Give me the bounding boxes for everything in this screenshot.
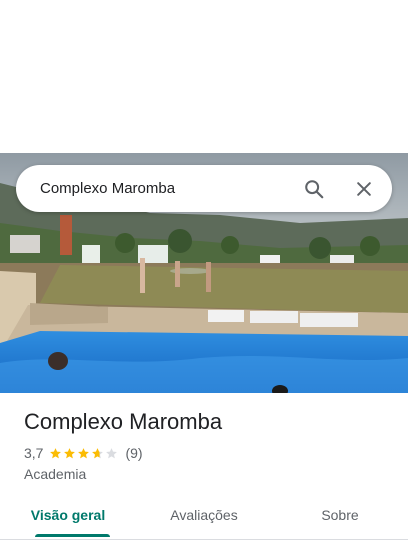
place-tabs: Visão geral Avaliações Sobre [0,497,408,540]
rating-value: 3,7 [24,445,44,461]
place-title: Complexo Maromba [24,409,223,434]
tab-reviews[interactable]: Avaliações [136,497,272,540]
tab-overview[interactable]: Visão geral [0,497,136,540]
search-icon [305,179,324,198]
star-icon [50,447,62,458]
tab-about[interactable]: Sobre [272,497,408,540]
tab-label: Visão geral [30,507,106,523]
close-icon [357,181,371,196]
place-page: Complexo Maromba Complexo Maromba 3,7 (9… [0,0,408,546]
search-bar[interactable]: Complexo Maromba [16,165,392,212]
review-count: (9) [125,445,143,461]
rating-row[interactable]: 3,7 (9) [24,445,143,461]
rating-stars [49,447,119,460]
active-tab-indicator [35,534,110,537]
star-icon [92,447,104,458]
search-input[interactable]: Complexo Maromba [40,180,294,197]
tab-label: Sobre [321,507,359,523]
close-button[interactable] [344,169,384,209]
star-icon [64,447,76,458]
star-icon [78,447,90,458]
search-button[interactable] [294,169,334,209]
tabs-divider [0,539,408,540]
place-category[interactable]: Academia [24,466,86,482]
tab-label: Avaliações [170,507,238,523]
star-icon [106,447,118,458]
